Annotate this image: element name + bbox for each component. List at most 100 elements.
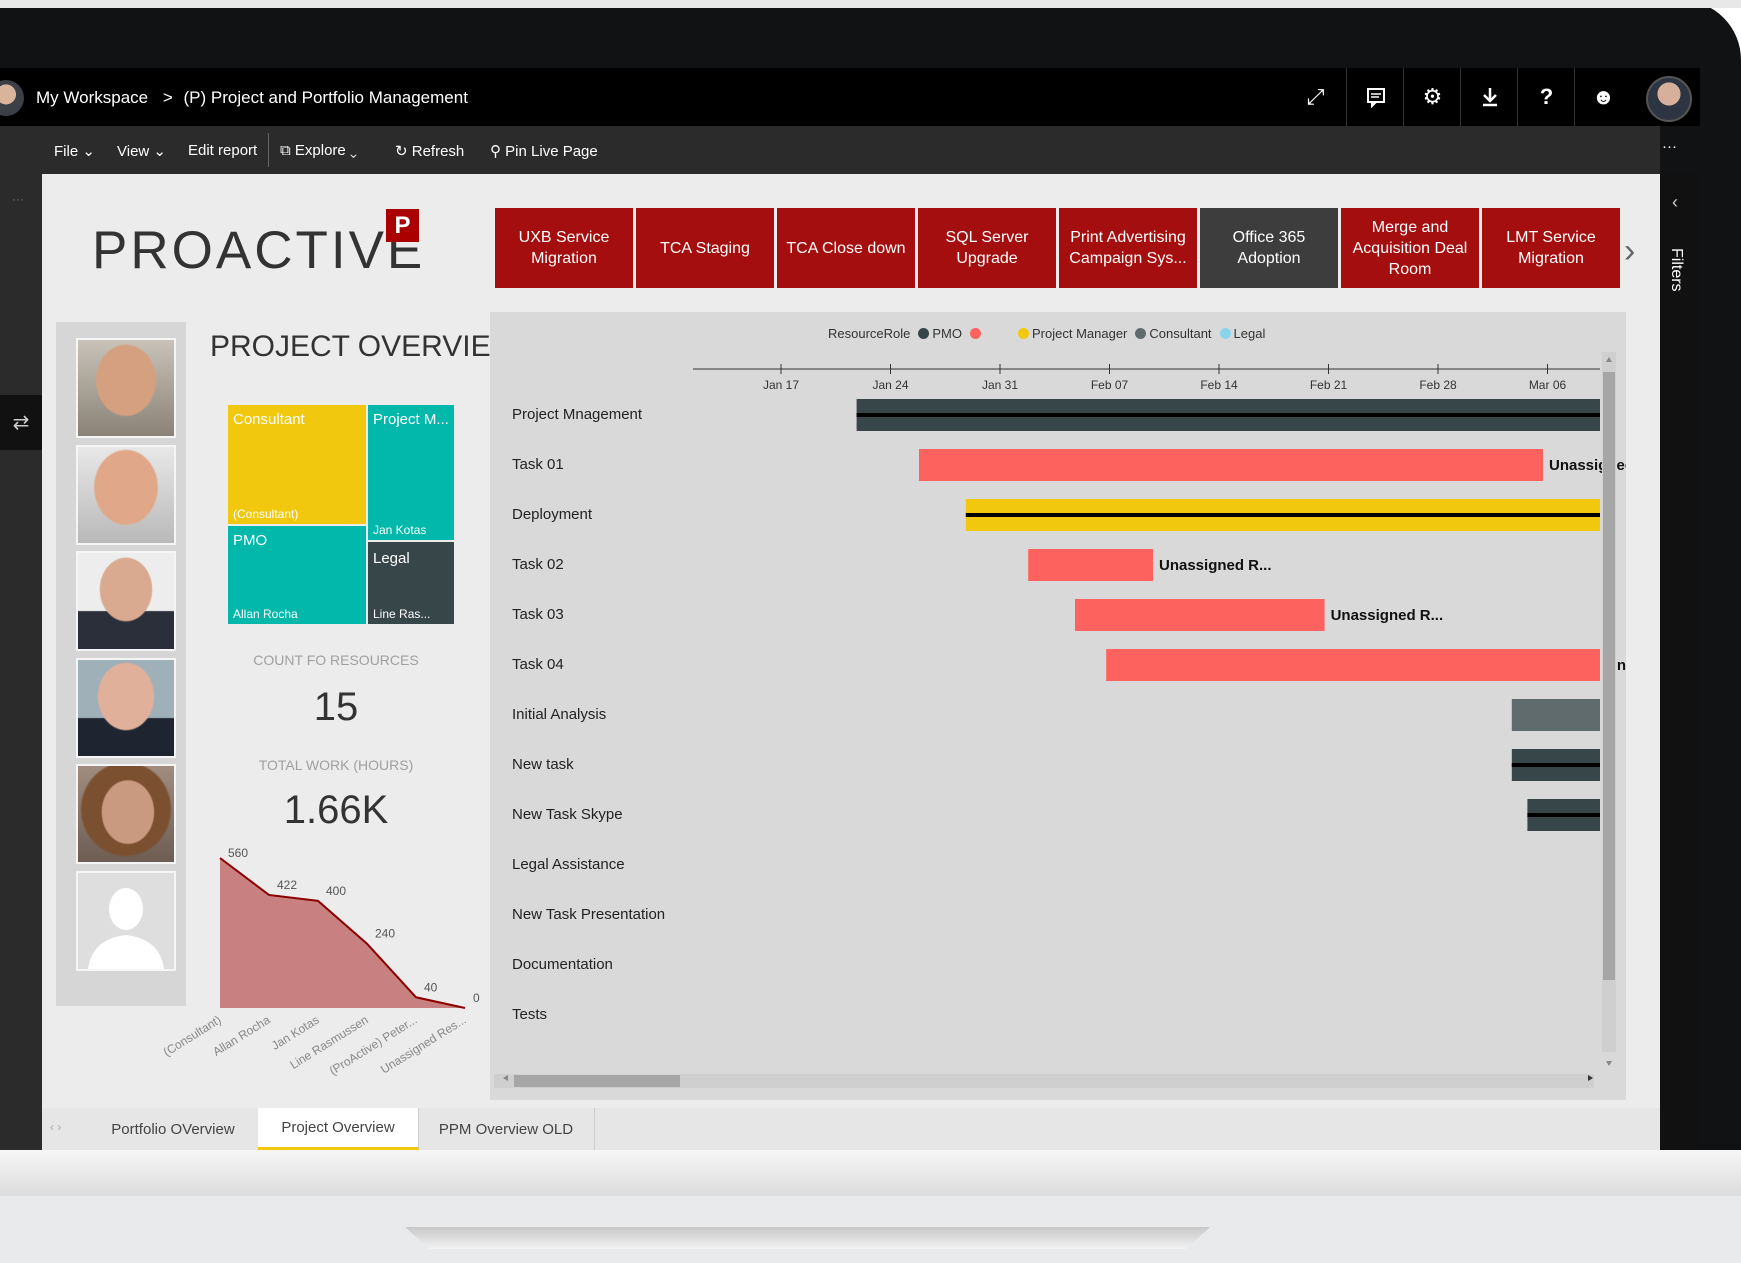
gantt-row-label[interactable]: Task 04 [512, 656, 564, 673]
legend-title: ResourceRole [828, 326, 911, 341]
breadcrumb-report[interactable]: (P) Project and Portfolio Management [184, 88, 468, 107]
expand-icon[interactable]: ⤢ [1287, 68, 1344, 126]
gantt-row-label[interactable]: Project Mnagement [512, 406, 642, 423]
project-tile[interactable]: Office 365 Adoption [1200, 208, 1338, 288]
legend-item[interactable]: Legal [1234, 326, 1266, 341]
legend-swatch [970, 328, 981, 339]
project-tile[interactable]: TCA Close down [777, 208, 915, 288]
laptop-top-edge [0, 0, 1741, 8]
edit-report-button[interactable]: Edit report [188, 142, 257, 159]
legend-swatch [1219, 328, 1231, 339]
project-tile[interactable]: SQL Server Upgrade [918, 208, 1056, 288]
work-area-chart: 560(Consultant)422Allan Rocha400Jan Kota… [161, 846, 480, 1078]
gantt-row-label[interactable]: Legal Assistance [512, 856, 625, 873]
treemap-project-manager[interactable]: Project M... Jan Kotas [368, 405, 454, 540]
legend-item[interactable]: PMO [932, 326, 962, 341]
gantt-tick-label: Jan 31 [982, 378, 1018, 392]
tab-nav-arrows-icon[interactable]: ‹ › [50, 1120, 61, 1134]
count-resources-value: 15 [313, 685, 359, 729]
total-work-label: TOTAL WORK (HOURS) [258, 757, 414, 773]
area-category-label: Unassigned Res... [378, 1013, 469, 1077]
treemap-consultant-sub: (Consultant) [233, 507, 299, 521]
toolbar-divider [268, 133, 269, 167]
vertical-scrollbar-thumb [1603, 372, 1615, 980]
project-tile[interactable]: LMT Service Migration [1482, 208, 1620, 288]
gantt-row-label[interactable]: Deployment [512, 506, 592, 523]
treemap-legal-title: Legal [373, 550, 410, 567]
gantt-bar [1028, 549, 1153, 581]
gantt-tick-label: Feb 21 [1310, 378, 1348, 392]
treemap-consultant[interactable]: Consultant (Consultant) [228, 405, 366, 524]
gantt-chart: Jan 17 Jan 24 Jan 31 Feb 07 Feb 14 Feb 21 Feb … [494, 352, 1626, 1088]
legend-item[interactable]: Consultant [1149, 326, 1211, 341]
gantt-tick-label: Mar 06 [1529, 378, 1567, 392]
pin-live-page-button[interactable]: ⚲ Pin Live Page [490, 142, 598, 160]
resource-photo-2[interactable] [76, 445, 176, 545]
area-data-label: 40 [424, 980, 438, 994]
treemap-pmo-sub: Allan Rocha [233, 607, 298, 621]
gantt-row-label[interactable]: New task [512, 756, 574, 773]
refresh-label: Refresh [411, 143, 465, 160]
gantt-legend: ResourceRole PMO Project Manager Consultant… [828, 326, 1265, 341]
refresh-button[interactable]: ↻ Refresh [395, 142, 464, 160]
horizontal-scrollbar-thumb [514, 1075, 680, 1087]
area-data-label: 400 [326, 884, 346, 898]
area-data-label: 240 [375, 927, 395, 941]
gantt-row-label[interactable]: Initial Analysis [512, 706, 606, 723]
laptop-notch [405, 1227, 1210, 1249]
gantt-bar [1511, 699, 1600, 731]
chevron-left-icon[interactable]: ‹ [1672, 192, 1678, 213]
left-rail-dots-icon[interactable]: ··· [12, 192, 24, 206]
gear-icon[interactable]: ⚙ [1403, 68, 1461, 126]
project-tile[interactable]: Merge and Acquisition Deal Room [1341, 208, 1479, 288]
gantt-row-label[interactable]: Documentation [512, 956, 613, 973]
swap-icon[interactable]: ⇄ [0, 395, 42, 450]
area-category-label: (ProActive) Peter... [327, 1013, 420, 1078]
project-tile[interactable]: TCA Staging [636, 208, 774, 288]
gantt-tick-label: Feb 28 [1419, 378, 1457, 392]
resource-photo-1[interactable] [76, 338, 176, 438]
breadcrumb-separator: > [162, 88, 173, 107]
tab-project-overview[interactable]: Project Overview [258, 1108, 419, 1150]
chevron-down-icon: ⌄ [82, 143, 95, 160]
tab-ppm-overview-old[interactable]: PPM Overview OLD [418, 1108, 595, 1150]
explore-icon: ⧉ [280, 142, 291, 159]
view-menu[interactable]: View ⌄ [117, 142, 166, 160]
gantt-row-label[interactable]: Task 03 [512, 606, 564, 623]
download-icon[interactable] [1460, 68, 1518, 126]
treemap-pmo[interactable]: PMO Allan Rocha [228, 526, 366, 624]
explore-menu-label: Explore [294, 142, 346, 159]
gantt-bar [1075, 599, 1325, 631]
more-options-icon[interactable]: ··· [1662, 138, 1677, 155]
resource-photo-3[interactable] [76, 551, 176, 651]
gantt-row-label[interactable]: Task 02 [512, 556, 564, 573]
chevron-right-icon[interactable]: › [1624, 232, 1635, 271]
overview-title: PROJECT OVERVIEW [210, 330, 519, 363]
resource-photo-4[interactable] [76, 658, 176, 758]
legend-item[interactable]: Project Manager [1032, 326, 1127, 341]
gantt-row-label[interactable]: New Task Skype [512, 806, 623, 823]
filters-label[interactable]: Filters [1667, 248, 1685, 292]
filters-pane[interactable] [1660, 174, 1701, 1150]
tab-portfolio-overview[interactable]: Portfolio OVerview [88, 1108, 259, 1150]
treemap-legal[interactable]: Legal Line Ras... [368, 542, 454, 624]
gantt-row-label[interactable]: Task 01 [512, 456, 564, 473]
treemap-consultant-title: Consultant [233, 411, 305, 428]
explore-menu[interactable]: ⧉ Explore ⌄ [280, 142, 357, 159]
project-tile[interactable]: UXB Service Migration [495, 208, 633, 288]
treemap-project-manager-title: Project M... [373, 411, 449, 428]
count-resources-label: COUNT FO RESOURCES [253, 652, 419, 668]
breadcrumb-workspace[interactable]: My Workspace [36, 88, 148, 107]
user-avatar[interactable] [1646, 76, 1692, 122]
file-menu-label: File [54, 143, 79, 160]
gantt-row-label[interactable]: New Task Presentation [512, 906, 665, 923]
help-icon[interactable]: ? [1517, 68, 1575, 126]
gantt-tick-label: Jan 24 [872, 378, 908, 392]
brand-logo-mark: P [386, 209, 419, 242]
file-menu[interactable]: File ⌄ [54, 142, 95, 160]
project-tile[interactable]: Print Advertising Campaign Sys... [1059, 208, 1197, 288]
gantt-row-label[interactable]: Tests [512, 1006, 547, 1023]
comment-icon[interactable] [1346, 68, 1404, 126]
refresh-icon: ↻ [395, 143, 408, 160]
smiley-icon[interactable]: ☻ [1574, 68, 1632, 126]
